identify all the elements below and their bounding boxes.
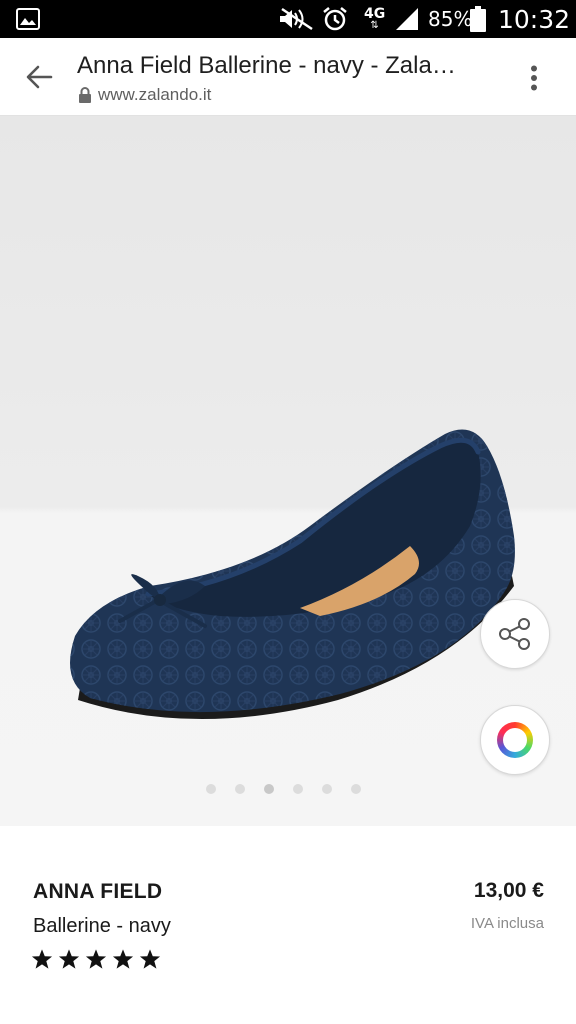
star-icon — [58, 949, 80, 969]
gallery-dot[interactable] — [206, 784, 216, 794]
url-text: www.zalando.it — [98, 85, 212, 104]
product-price: 13,00 € — [473, 879, 544, 902]
gallery-dot[interactable] — [264, 784, 274, 794]
star-icon — [31, 949, 53, 969]
browser-toolbar: Anna Field Ballerine - navy - Zala… www.… — [0, 38, 576, 116]
gallery-icon — [16, 0, 40, 38]
lock-icon — [79, 86, 91, 103]
color-wheel-icon — [497, 722, 533, 758]
battery-percent: 85% — [428, 7, 473, 31]
product-info: ANNA FIELD Ballerine - navy 13,00 € IVA … — [0, 826, 576, 1024]
color-picker-button[interactable] — [480, 705, 550, 775]
signal-icon — [394, 0, 420, 38]
brand-name[interactable]: ANNA FIELD — [33, 880, 162, 904]
back-arrow-icon — [26, 65, 53, 89]
clock: 10:32 — [498, 4, 571, 34]
rating-stars[interactable] — [31, 948, 161, 970]
back-button[interactable] — [14, 52, 64, 102]
gallery-dot[interactable] — [322, 784, 332, 794]
share-button[interactable] — [480, 599, 550, 669]
battery-icon — [470, 0, 486, 38]
product-name: Ballerine - navy — [33, 915, 171, 937]
network-indicator: 4G ⇅ — [364, 6, 386, 31]
gallery-dot[interactable] — [351, 784, 361, 794]
star-icon — [112, 949, 134, 969]
page-title[interactable]: Anna Field Ballerine - navy - Zala… — [77, 52, 477, 80]
more-vert-icon — [531, 65, 537, 91]
gallery-dot[interactable] — [235, 784, 245, 794]
url-bar[interactable]: www.zalando.it — [78, 84, 211, 106]
gallery-pagination — [206, 784, 361, 796]
more-options-button[interactable] — [512, 56, 556, 100]
share-icon — [499, 618, 530, 650]
star-icon — [139, 949, 161, 969]
star-icon — [85, 949, 107, 969]
network-label: 4G — [364, 6, 386, 22]
alarm-icon — [322, 0, 348, 38]
status-bar: 4G ⇅ 85% 10:32 — [0, 0, 576, 38]
vat-note: IVA inclusa — [470, 915, 544, 932]
mute-icon — [278, 0, 316, 38]
gallery-dot[interactable] — [293, 784, 303, 794]
product-image-gallery[interactable] — [0, 116, 576, 826]
